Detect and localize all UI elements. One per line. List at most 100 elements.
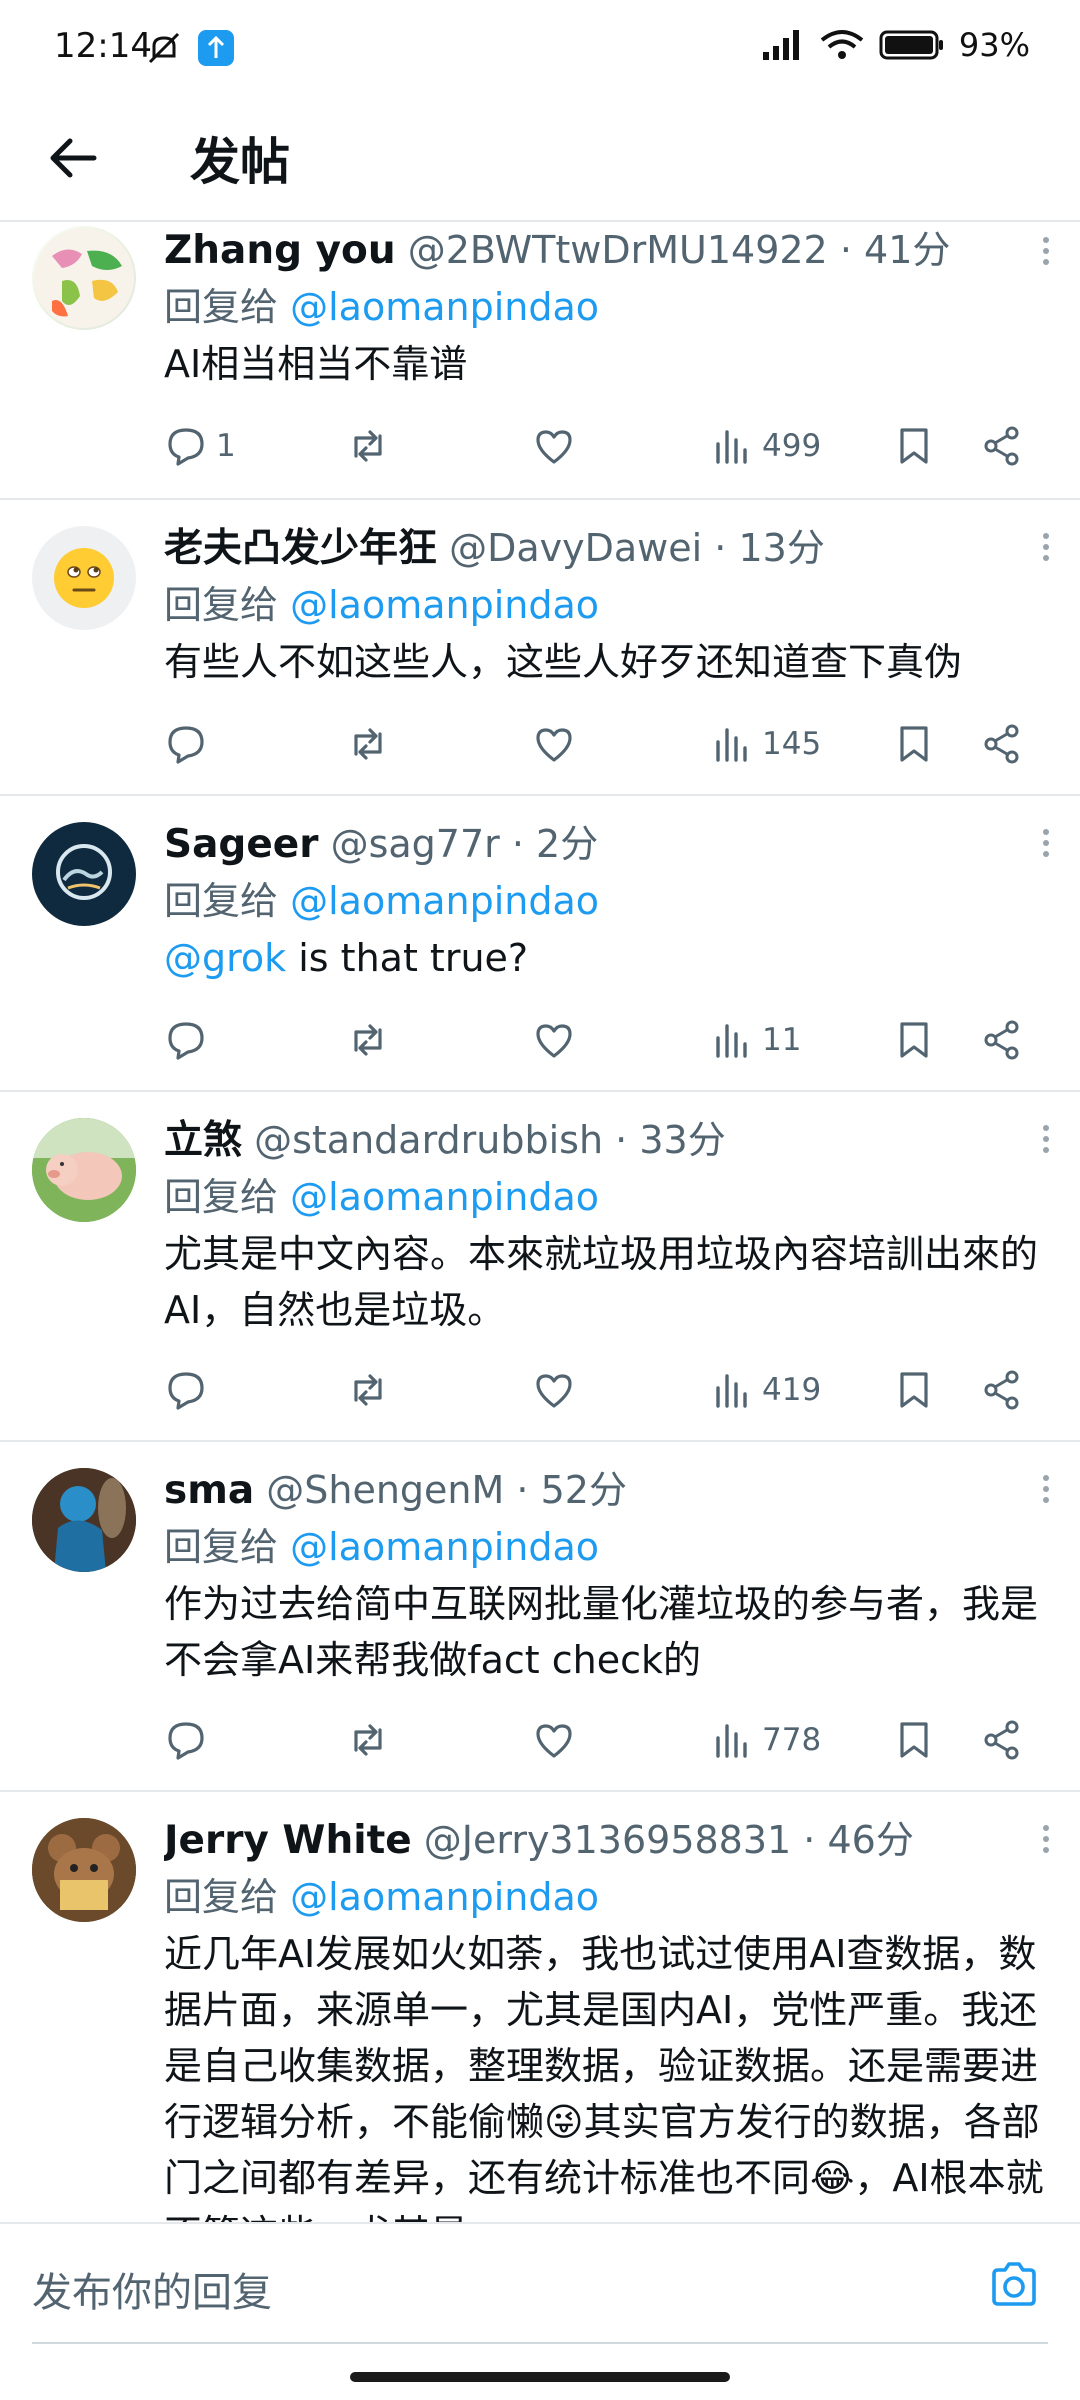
back-arrow-icon[interactable]: [44, 128, 104, 188]
avatar[interactable]: [32, 1818, 136, 1922]
reply-to-mention[interactable]: @laomanpindao: [290, 285, 599, 329]
views-button[interactable]: 145: [710, 714, 821, 774]
avatar[interactable]: [32, 1118, 136, 1222]
reply-button[interactable]: [164, 1710, 208, 1770]
display-name[interactable]: 老夫凸发少年狂: [164, 526, 437, 571]
views-button[interactable]: 499: [710, 416, 821, 476]
reply-to-mention[interactable]: @laomanpindao: [290, 1175, 599, 1219]
views-count: 778: [762, 1722, 822, 1758]
reply-to-mention[interactable]: @laomanpindao: [290, 1875, 599, 1919]
more-vertical-icon[interactable]: [1036, 1470, 1056, 1510]
views-icon: [716, 1374, 747, 1408]
tweet-header: Jerry White @Jerry3136958831 · 46分: [164, 1818, 914, 1863]
like-button[interactable]: [532, 1710, 576, 1770]
composer-underline: [32, 2342, 1048, 2344]
retweet-button[interactable]: [346, 1710, 390, 1770]
views-count: 419: [762, 1372, 822, 1408]
like-button[interactable]: [532, 714, 576, 774]
avatar[interactable]: [32, 822, 136, 926]
display-name[interactable]: Jerry White: [164, 1818, 412, 1863]
tweet-actions: 419: [164, 1360, 1056, 1420]
tweet-time: 13分: [738, 526, 825, 570]
bookmark-button[interactable]: [892, 416, 936, 476]
status-indicators: 93%: [761, 26, 1030, 64]
bookmark-button[interactable]: [892, 1360, 936, 1420]
display-name[interactable]: Zhang you: [164, 228, 396, 273]
tweet[interactable]: Zhang you @2BWTtwDrMU14922 · 41分 回复给 @la…: [0, 222, 1080, 500]
reply-feed[interactable]: Zhang you @2BWTtwDrMU14922 · 41分 回复给 @la…: [0, 222, 1080, 2222]
retweet-icon: [354, 728, 382, 760]
display-name[interactable]: sma: [164, 1468, 254, 1513]
tweet[interactable]: 立煞 @standardrubbish · 33分 回复给 @laomanpin…: [0, 1092, 1080, 1442]
tweet[interactable]: Jerry White @Jerry3136958831 · 46分 回复给 @…: [0, 1792, 1080, 2222]
avatar[interactable]: [32, 526, 136, 630]
retweet-button[interactable]: [346, 1360, 390, 1420]
user-handle[interactable]: @Jerry3136958831: [424, 1818, 791, 1862]
status-time: 12:14: [54, 26, 152, 66]
like-button[interactable]: [532, 416, 576, 476]
user-handle[interactable]: @ShengenM: [266, 1468, 504, 1512]
reply-button[interactable]: [164, 1360, 208, 1420]
mention-link[interactable]: @grok: [164, 936, 286, 980]
like-button[interactable]: [532, 1360, 576, 1420]
more-vertical-icon[interactable]: [1036, 1820, 1056, 1860]
share-button[interactable]: [980, 416, 1024, 476]
tweet[interactable]: sma @ShengenM · 52分 回复给 @laomanpindao 作为…: [0, 1442, 1080, 1792]
tweet-time: 41分: [864, 228, 951, 272]
display-name[interactable]: 立煞: [164, 1118, 242, 1163]
bookmark-button[interactable]: [892, 1010, 936, 1070]
mute-icon: [148, 32, 180, 64]
retweet-button[interactable]: [346, 714, 390, 774]
reply-button[interactable]: 1: [164, 416, 236, 476]
reply-icon: [168, 428, 204, 466]
reply-button[interactable]: [164, 714, 208, 774]
share-button[interactable]: [980, 1360, 1024, 1420]
bookmark-button[interactable]: [892, 1710, 936, 1770]
reply-prefix: 回复给: [164, 879, 279, 923]
more-vertical-icon[interactable]: [1036, 528, 1056, 568]
camera-icon[interactable]: [986, 2256, 1042, 2312]
views-button[interactable]: 419: [710, 1360, 821, 1420]
views-count: 499: [762, 428, 822, 464]
views-button[interactable]: 778: [710, 1710, 821, 1770]
home-indicator[interactable]: [350, 2372, 730, 2382]
tweet-time: 46分: [827, 1818, 914, 1862]
user-handle[interactable]: @standardrubbish: [254, 1118, 603, 1162]
tweet-text: 有些人不如这些人，这些人好歹还知道查下真伪: [164, 640, 963, 684]
bookmark-icon: [900, 1022, 928, 1058]
tweet-header: 老夫凸发少年狂 @DavyDawei · 13分: [164, 526, 825, 571]
retweet-icon: [354, 1024, 382, 1056]
views-count: 145: [762, 726, 822, 762]
share-button[interactable]: [980, 1010, 1024, 1070]
tweet[interactable]: Sageer @sag77r · 2分 回复给 @laomanpindao @g…: [0, 796, 1080, 1092]
like-button[interactable]: [532, 1010, 576, 1070]
reply-to-mention[interactable]: @laomanpindao: [290, 1525, 599, 1569]
reply-to-mention[interactable]: @laomanpindao: [290, 879, 599, 923]
notification-app-icon: [198, 30, 234, 66]
retweet-button[interactable]: [346, 416, 390, 476]
reply-to-mention[interactable]: @laomanpindao: [290, 583, 599, 627]
more-vertical-icon[interactable]: [1036, 232, 1056, 272]
bookmark-button[interactable]: [892, 714, 936, 774]
wifi-icon: [820, 30, 864, 59]
reply-prefix: 回复给: [164, 1875, 279, 1919]
tweet[interactable]: 老夫凸发少年狂 @DavyDawei · 13分 回复给 @laomanpind…: [0, 500, 1080, 796]
reply-button[interactable]: [164, 1010, 208, 1070]
user-handle[interactable]: @2BWTtwDrMU14922: [408, 228, 828, 272]
views-button[interactable]: 11: [710, 1010, 801, 1070]
display-name[interactable]: Sageer: [164, 822, 318, 867]
reply-prefix: 回复给: [164, 1525, 279, 1569]
more-vertical-icon[interactable]: [1036, 1120, 1056, 1160]
user-handle[interactable]: @sag77r: [331, 822, 500, 866]
more-vertical-icon[interactable]: [1036, 824, 1056, 864]
user-handle[interactable]: @DavyDawei: [449, 526, 702, 570]
tweet-header: Sageer @sag77r · 2分: [164, 822, 599, 867]
retweet-button[interactable]: [346, 1010, 390, 1070]
retweet-icon: [354, 430, 382, 462]
avatar[interactable]: [32, 1468, 136, 1572]
tweet-time: 52分: [540, 1468, 627, 1512]
share-button[interactable]: [980, 1710, 1024, 1770]
reply-input[interactable]: 发布你的回复: [32, 2260, 272, 2318]
avatar[interactable]: [32, 226, 136, 330]
share-button[interactable]: [980, 714, 1024, 774]
